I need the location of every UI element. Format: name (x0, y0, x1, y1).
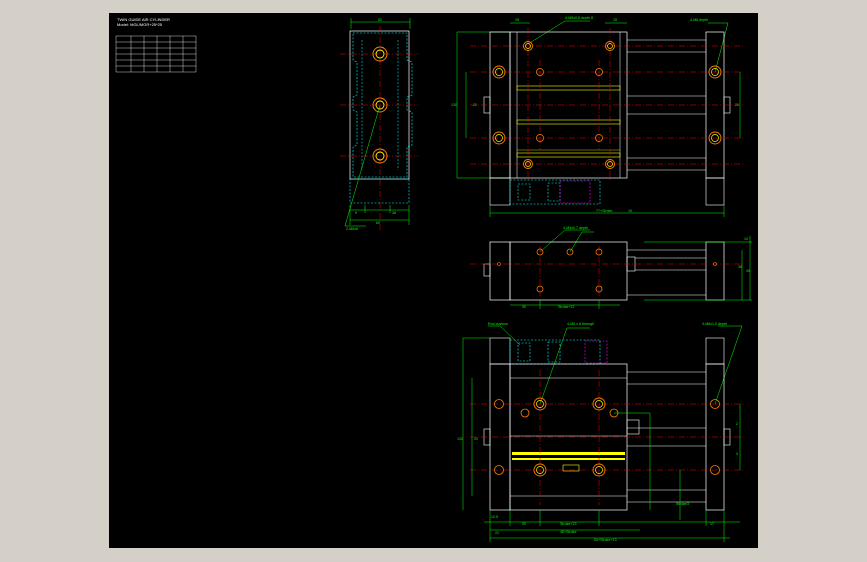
bot-dim-bottom-5: 17 (710, 522, 714, 526)
bot-dim-bottom-2: Stroke+13 (560, 522, 576, 526)
top-dim-r: 15 (613, 18, 617, 22)
bot-dim-bottom-6: 12.5 (491, 515, 498, 519)
side-note-1: 2-M6x8 (346, 227, 358, 231)
top-dim-bottom: 77+Stroke (596, 209, 612, 213)
bot-dim-left-2: 20 (474, 437, 478, 441)
bot-dim-bottom-3: 46+Stroke (560, 530, 576, 534)
top-note-2: 4-M6 depth (690, 18, 708, 22)
bot-dim-left: 130 (457, 437, 463, 441)
top-note-1: 4-M5x0.8 depth 8 (565, 16, 593, 20)
cad-drawing: TWIN GUIDE AIR CYLINDER Model: MGL/MGR+2… (115, 16, 752, 542)
mid-note-1: 4-M4x0.7 depth (563, 226, 588, 230)
bot-dim-right-note: Stroke/2 (676, 502, 689, 506)
cad-viewer: TWIN GUIDE AIR CYLINDER Model: MGL/MGR+2… (0, 0, 867, 562)
mid-dim-bottom-c: Stroke+12 (558, 305, 574, 309)
title-block: TWIN GUIDE AIR CYLINDER Model: MGL/MGR+2… (117, 17, 170, 27)
mid-dim-right-a: 10 (744, 237, 748, 241)
bot-dim-bottom-7: 21 (495, 531, 499, 535)
top-view: 15 15 4-M5x0.8 depth 8 4-M6 depth 130 20… (451, 16, 745, 217)
bot-dim-bottom-1: 30 (522, 522, 526, 526)
side-dim-bottom: 60 (376, 221, 380, 225)
mid-dim-right-c: 45 (746, 269, 750, 273)
bot-dim-bottom-4: 54+Stroke+13 (594, 538, 617, 542)
side-dim-b: 38 (392, 211, 396, 215)
bot-dim-right-b: 3 (736, 452, 738, 456)
bot-dim-right-a: 2 (736, 422, 738, 426)
mid-dim-right-b: 38 (738, 265, 742, 269)
spec-table (115, 35, 197, 73)
middle-view: 4-M4x0.7 depth 30 Stroke+12 10 38 45 (470, 226, 752, 309)
bot-note-3: 4-M5 x 8 through (567, 322, 594, 326)
title-line-2: Model: MGL/MGR+25*25 (117, 22, 163, 27)
side-view: 52 9 38 60 2-M6x8 (340, 18, 418, 231)
side-dim-a: 9 (355, 211, 357, 215)
bot-note-1: Rod cushion (488, 322, 508, 326)
mid-dim-bottom-l: 30 (522, 305, 526, 309)
bottom-view: Rod cushion 4-M5 x 8 through 4-M6x1.0 de… (457, 322, 745, 542)
bot-note-5: 4-M6x1.0 depth (702, 322, 727, 326)
top-dim-bottom-r: 10 (628, 209, 632, 213)
top-dim-l: 15 (515, 18, 519, 22)
side-dim-top: 52 (378, 18, 382, 22)
top-dim-side-l: 130 (451, 103, 457, 107)
